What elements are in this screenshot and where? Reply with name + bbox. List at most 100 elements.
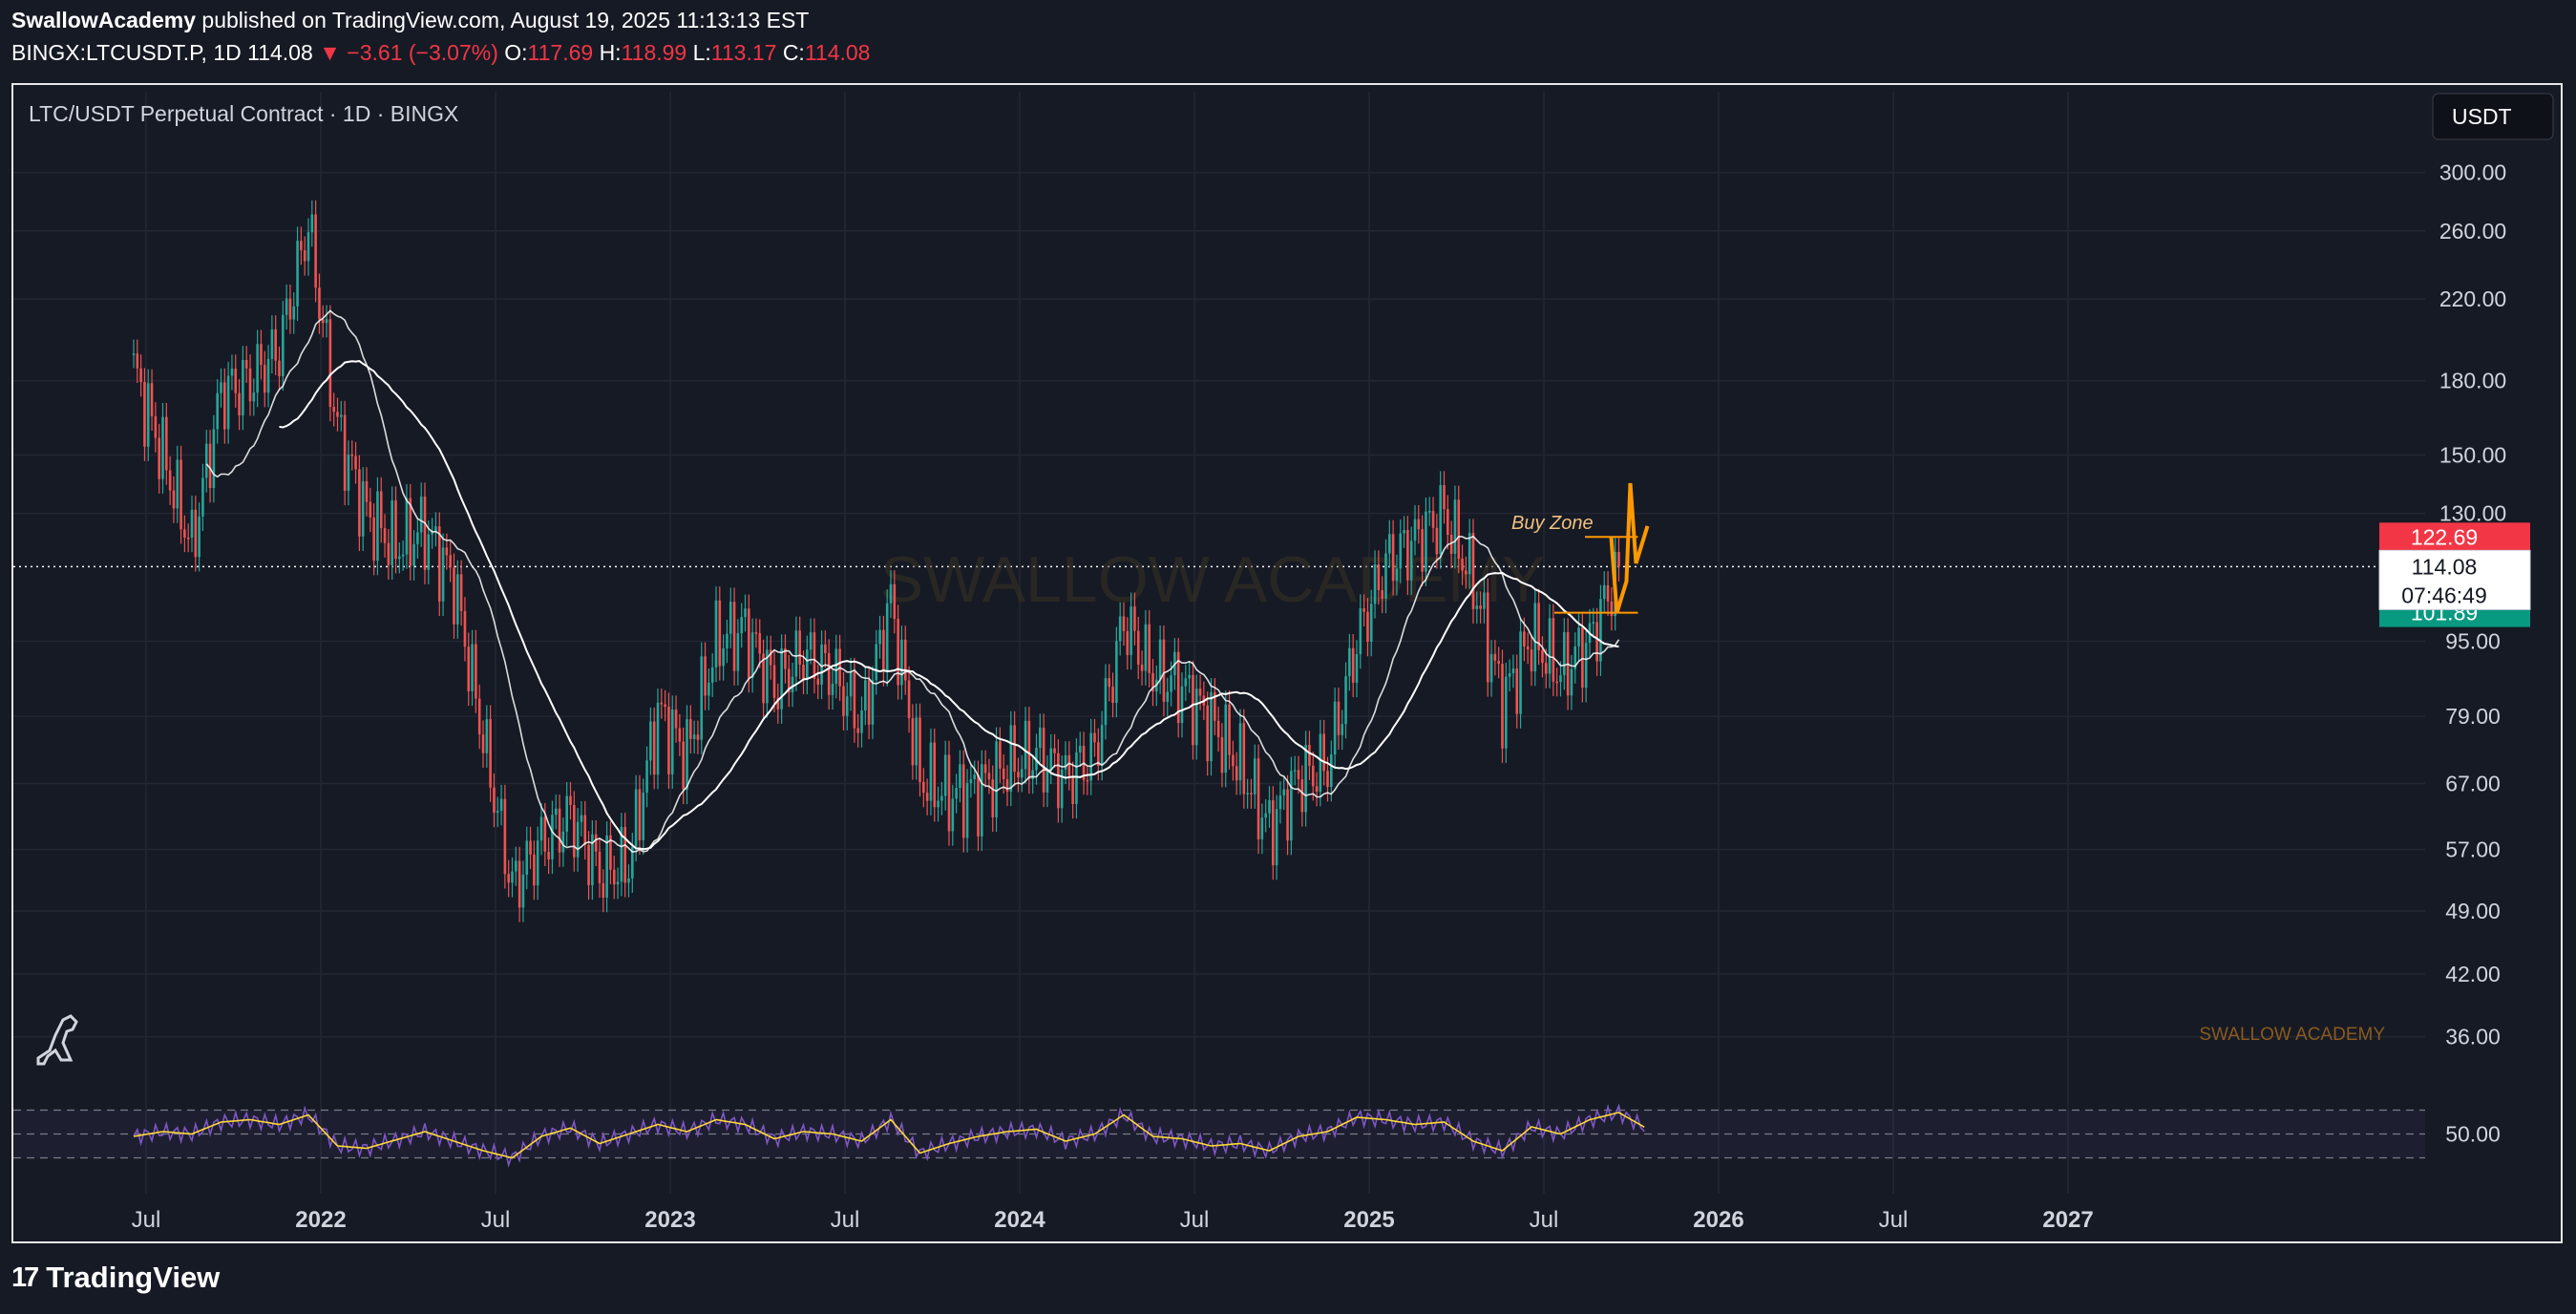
candle-body [303, 250, 306, 262]
candle-body [1293, 770, 1297, 772]
candle-body [794, 630, 798, 677]
currency-button[interactable]: USDT [2432, 93, 2554, 140]
candle-body [1118, 616, 1122, 642]
candle-body [1421, 529, 1424, 572]
candle-body [660, 702, 664, 705]
candle-body [937, 800, 940, 808]
candle-body [748, 608, 750, 679]
candle-body [300, 241, 303, 251]
candle-body [387, 542, 391, 565]
candle-body [1403, 529, 1405, 534]
candle-body [1256, 758, 1260, 839]
price-chart[interactable]: SWALLOW ACADEMY LTC/USDT Perpetual Contr… [0, 0, 2576, 1314]
candle-body [900, 639, 903, 686]
candle-body [999, 741, 1002, 769]
candle-body [1595, 622, 1598, 662]
candle-body [1467, 533, 1471, 575]
candle-body [1224, 704, 1228, 774]
candle-body [1431, 511, 1435, 528]
candle-body [1260, 817, 1264, 839]
x-tick-label: 2023 [644, 1207, 695, 1233]
candle-body [598, 851, 602, 883]
candle-body [780, 647, 783, 710]
candle-body [1253, 758, 1256, 795]
candle-body [263, 365, 266, 393]
candle-body [481, 734, 485, 753]
candle-body [372, 517, 375, 562]
candle-body [496, 811, 499, 813]
candle-body [1136, 630, 1140, 665]
candle-body [517, 860, 521, 908]
candle-body [463, 610, 467, 647]
candle-body [1180, 686, 1184, 724]
candle-body [1275, 809, 1278, 866]
candle-body [405, 498, 409, 555]
candle-body [664, 704, 666, 708]
candle-body [325, 319, 328, 324]
candle-body [234, 368, 238, 393]
candle-body [573, 804, 576, 858]
candle-body [674, 710, 678, 729]
candle-body [656, 702, 660, 775]
candle-body [827, 653, 831, 695]
candle-body [1071, 775, 1074, 804]
x-tick-label: 2025 [1343, 1207, 1394, 1233]
candle-body [379, 491, 383, 529]
candle-body [897, 619, 899, 686]
candle-body [682, 741, 685, 790]
candle-body [1220, 736, 1224, 774]
watermark-small: SWALLOW ACADEMY [2199, 1025, 2385, 1045]
candle-body [1351, 647, 1355, 683]
candle-body [358, 469, 361, 537]
candle-body [453, 567, 455, 625]
candle-body [744, 608, 747, 618]
footer-brand[interactable]: 17 TradingView [11, 1261, 220, 1295]
candle-body [1391, 534, 1395, 582]
candle-body [878, 629, 881, 645]
candle-body [907, 680, 911, 719]
candle-body [1417, 519, 1421, 530]
candle-body [412, 543, 415, 566]
candle-body [503, 798, 507, 875]
candle-body [849, 671, 853, 697]
projection-path [1609, 482, 1650, 614]
rsi-pane: 50.00 [13, 1103, 2501, 1168]
candle-body [1395, 568, 1399, 582]
candle-body [893, 583, 897, 620]
candle-body [296, 241, 299, 307]
candle-body [1602, 584, 1606, 600]
candle-body [1319, 733, 1322, 793]
candle-body [981, 764, 983, 837]
candle-body [278, 360, 281, 376]
candle-body [158, 437, 160, 479]
candle-body [499, 798, 503, 812]
candle-body [1020, 769, 1024, 778]
candle-body [398, 556, 401, 560]
candle-body [1078, 746, 1082, 752]
candle-body [1388, 534, 1391, 554]
candle-body [507, 874, 510, 883]
candle-body [238, 392, 241, 416]
candle-body [1483, 592, 1486, 609]
candle-body [1406, 529, 1409, 581]
candle-body [1359, 607, 1362, 655]
candle-body [867, 680, 871, 725]
candle-body [707, 682, 710, 696]
candle-body [856, 728, 859, 733]
candle-body [961, 764, 965, 838]
candle-body [208, 443, 212, 489]
candle-body [1053, 748, 1056, 753]
candle-body [456, 574, 459, 625]
candle-body [536, 840, 539, 886]
candle-body [845, 696, 849, 716]
candle-body [1471, 533, 1475, 609]
candle-body [587, 844, 590, 885]
candle-body [1005, 778, 1009, 792]
candle-body [1505, 676, 1508, 749]
candle-body [1330, 754, 1333, 788]
candle-body [692, 734, 696, 739]
candle-body [1457, 499, 1461, 559]
candle-body [467, 646, 471, 691]
candle-body [943, 754, 947, 796]
candle-body [754, 632, 758, 634]
